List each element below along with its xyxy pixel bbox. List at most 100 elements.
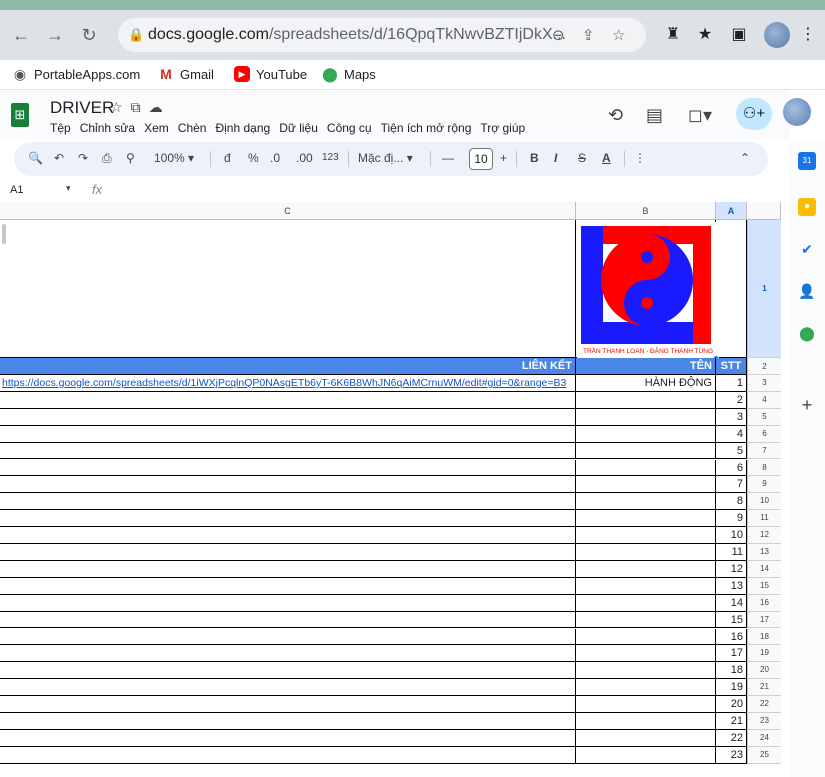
italic-button[interactable]: I: [554, 151, 557, 165]
row-header[interactable]: 23: [747, 713, 781, 730]
cell-name[interactable]: [576, 544, 716, 561]
cell-name[interactable]: [576, 391, 716, 409]
move-folder-icon[interactable]: ⧉: [131, 99, 149, 115]
cell-stt[interactable]: 1: [716, 375, 747, 392]
extension-icon[interactable]: ♜: [662, 24, 684, 46]
search-menus-icon[interactable]: 🔍: [28, 151, 43, 165]
cell-stt[interactable]: 19: [716, 679, 747, 697]
row-header[interactable]: 17: [747, 611, 781, 629]
menu-data[interactable]: Dữ liệu: [279, 121, 318, 135]
currency-format-button[interactable]: đ: [224, 151, 231, 165]
row-header[interactable]: 4: [747, 391, 781, 409]
cell-name[interactable]: [576, 476, 716, 494]
cell-link[interactable]: [0, 645, 576, 663]
cell-name[interactable]: [576, 527, 716, 544]
left-scroll-handle[interactable]: [2, 224, 6, 244]
paint-format-icon[interactable]: ⚲: [126, 151, 135, 165]
cell-name[interactable]: [576, 713, 716, 730]
maps-addon-icon[interactable]: ⬤: [798, 324, 816, 342]
cell-link[interactable]: [0, 493, 576, 511]
font-select[interactable]: Mặc đị... ▾: [358, 151, 413, 165]
zoom-icon[interactable]: ⊖: [552, 26, 565, 44]
cell-stt[interactable]: 21: [716, 713, 747, 730]
cell-name[interactable]: [576, 408, 716, 426]
cell-link[interactable]: [0, 544, 576, 561]
cell-stt[interactable]: 15: [716, 611, 747, 629]
cell-link[interactable]: https://docs.google.com/spreadsheets/d/1…: [0, 375, 576, 392]
keep-icon[interactable]: ●: [798, 198, 816, 216]
menu-insert[interactable]: Chèn: [178, 121, 207, 135]
calendar-icon[interactable]: 31: [798, 152, 816, 170]
share-button[interactable]: ⚇+: [736, 98, 772, 130]
cell-name[interactable]: [576, 560, 716, 578]
bookmark-star-icon[interactable]: ☆: [612, 26, 625, 44]
cell-name[interactable]: [576, 679, 716, 697]
row-header[interactable]: 21: [747, 679, 781, 697]
cell-name[interactable]: [576, 611, 716, 629]
cell-link[interactable]: [0, 527, 576, 544]
row-header[interactable]: 22: [747, 696, 781, 713]
row-header[interactable]: 24: [747, 729, 781, 747]
cell-link[interactable]: [0, 577, 576, 595]
number-format-button[interactable]: 123: [322, 152, 339, 163]
column-header-a[interactable]: A: [716, 202, 747, 220]
menu-help[interactable]: Trợ giúp: [480, 121, 525, 135]
cell-name[interactable]: [576, 493, 716, 511]
header-lien-ket[interactable]: LIÊN KẾT: [0, 358, 576, 375]
cell-name[interactable]: [576, 577, 716, 595]
cell-stt[interactable]: 11: [716, 544, 747, 561]
forward-button[interactable]: →: [44, 24, 66, 46]
cell-stt[interactable]: 10: [716, 527, 747, 544]
decrease-decimal-button[interactable]: .0: [270, 151, 280, 165]
row-header[interactable]: 2: [747, 358, 781, 375]
cell-name[interactable]: [576, 645, 716, 663]
reload-button[interactable]: ↻: [78, 24, 100, 46]
row-header[interactable]: 5: [747, 408, 781, 426]
cell-name[interactable]: [576, 662, 716, 680]
menu-kebab-icon[interactable]: ⋮: [797, 24, 819, 46]
cell-name[interactable]: [576, 459, 716, 477]
menu-tools[interactable]: Công cụ: [327, 121, 372, 135]
header-ten[interactable]: TÊN: [576, 358, 716, 375]
cell-a1[interactable]: [716, 220, 747, 358]
cell-stt[interactable]: 9: [716, 510, 747, 528]
cell-link[interactable]: [0, 696, 576, 713]
row-header[interactable]: 14: [747, 560, 781, 578]
cell-stt[interactable]: 2: [716, 391, 747, 409]
cell-name[interactable]: [576, 594, 716, 612]
row-header[interactable]: 25: [747, 746, 781, 764]
header-stt[interactable]: STT: [716, 358, 747, 375]
text-color-button[interactable]: A: [602, 151, 611, 165]
get-addons-icon[interactable]: +: [798, 396, 816, 414]
print-icon[interactable]: ⎙: [102, 151, 112, 166]
cell-link[interactable]: [0, 510, 576, 528]
bold-button[interactable]: B: [530, 151, 539, 165]
cell-stt[interactable]: 13: [716, 577, 747, 595]
more-options-icon[interactable]: ⋮: [634, 151, 646, 165]
address-bar[interactable]: 🔒 docs.google.com/spreadsheets/d/16QpqTk…: [118, 18, 646, 52]
row-header[interactable]: 3: [747, 375, 781, 392]
cell-stt[interactable]: 3: [716, 408, 747, 426]
cell-stt[interactable]: 18: [716, 662, 747, 680]
contacts-icon[interactable]: 👤: [798, 282, 816, 300]
cell-stt[interactable]: 16: [716, 628, 747, 646]
bookmark-youtube[interactable]: ▶ YouTube: [234, 66, 307, 82]
collapse-menus-icon[interactable]: ⌃: [740, 151, 750, 165]
row-header[interactable]: 11: [747, 510, 781, 528]
cell-link[interactable]: [0, 679, 576, 697]
cell-stt[interactable]: 22: [716, 729, 747, 747]
row-header[interactable]: 16: [747, 594, 781, 612]
row-header[interactable]: 9: [747, 476, 781, 494]
profile-avatar[interactable]: [764, 22, 790, 48]
menu-extensions[interactable]: Tiện ích mở rộng: [381, 121, 472, 135]
cell-name[interactable]: [576, 729, 716, 747]
cell-stt[interactable]: 5: [716, 442, 747, 460]
percent-format-button[interactable]: %: [248, 151, 259, 165]
cell-name[interactable]: [576, 746, 716, 764]
cell-stt[interactable]: 14: [716, 594, 747, 612]
cell-link[interactable]: [0, 408, 576, 426]
cell-link[interactable]: [0, 391, 576, 409]
row-header[interactable]: 7: [747, 442, 781, 460]
zoom-select[interactable]: 100% ▾: [154, 151, 194, 165]
redo-icon[interactable]: ↷: [78, 151, 88, 165]
